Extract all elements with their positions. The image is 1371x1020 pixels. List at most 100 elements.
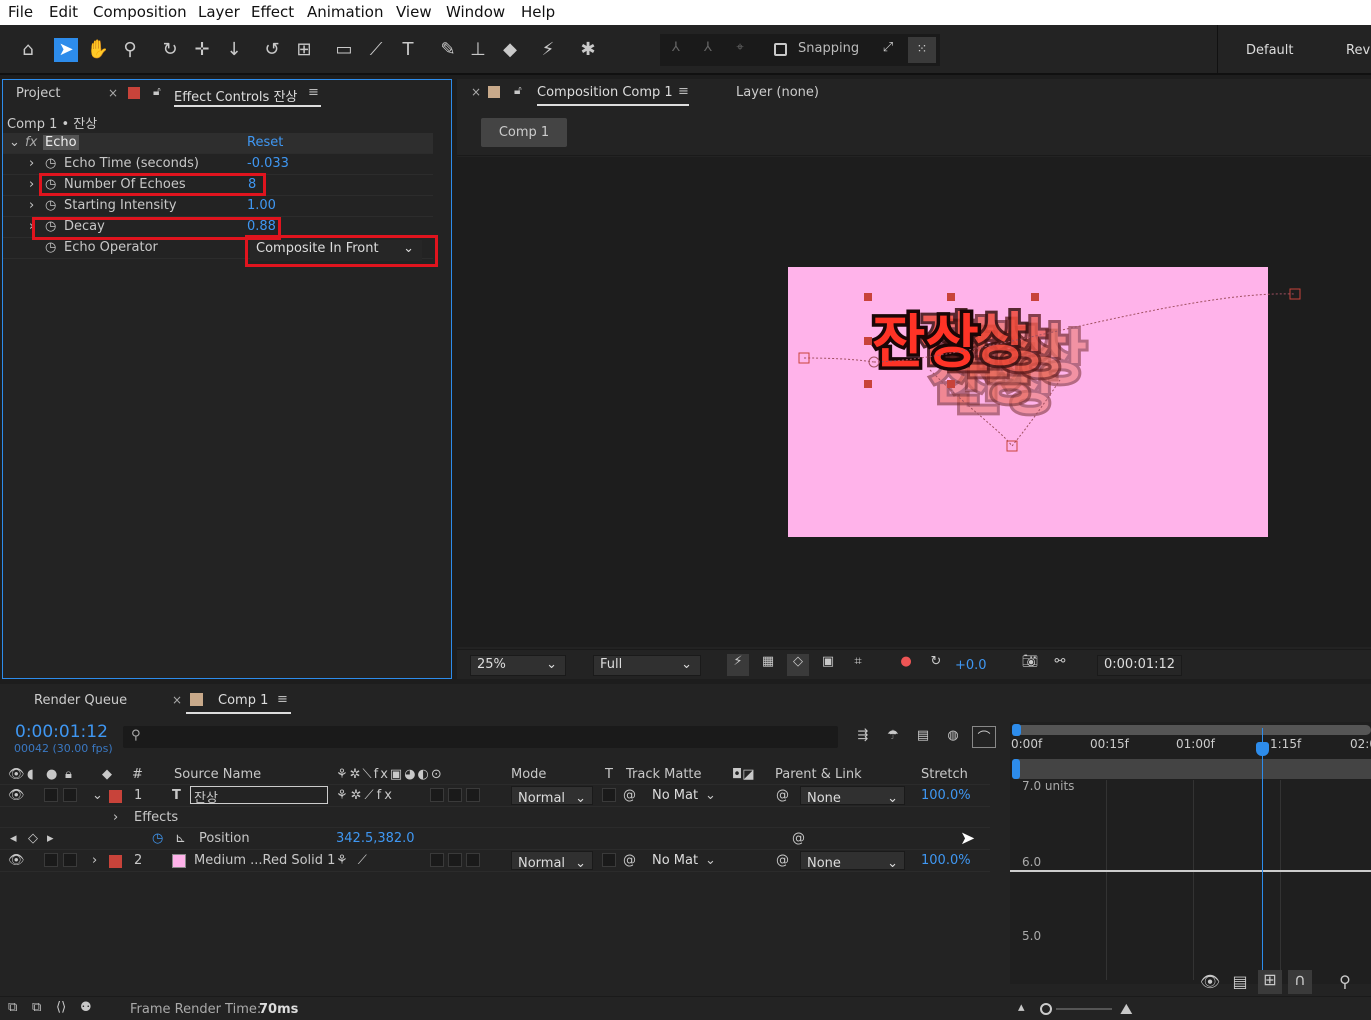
grid-guides-icon[interactable]: ⌗ <box>847 654 869 669</box>
label-color[interactable] <box>109 790 122 803</box>
region-of-interest-icon[interactable]: ▣ <box>817 654 839 669</box>
menu-file[interactable]: File <box>8 3 33 21</box>
menu-layer[interactable]: Layer <box>198 3 240 21</box>
menu-view[interactable]: View <box>396 3 432 21</box>
close-icon[interactable]: × <box>172 693 182 707</box>
stretch-value[interactable]: 100.0% <box>921 788 971 803</box>
close-icon[interactable]: × <box>471 85 481 99</box>
brush-tool-icon[interactable]: ✎ <box>436 38 460 62</box>
switch-box[interactable] <box>466 853 480 867</box>
transfer-controls-toggle-icon[interactable]: ⧉ <box>32 1000 41 1015</box>
stretch-value[interactable]: 100.0% <box>921 853 971 868</box>
header-source-name[interactable]: Source Name <box>174 767 261 782</box>
work-area-bar[interactable] <box>1016 725 1371 735</box>
pickwhip-icon[interactable]: @ <box>623 788 636 803</box>
mode-dropdown[interactable]: Normal ⌄ <box>511 851 593 871</box>
bounding-box-handle[interactable] <box>864 337 872 345</box>
comp-breadcrumb-button[interactable]: Comp 1 <box>481 118 567 147</box>
layer-switches[interactable]: ⚘ ⟋ <box>336 853 370 868</box>
panel-menu-icon[interactable]: ≡ <box>308 85 319 100</box>
channel-icon[interactable]: ● <box>895 654 917 669</box>
preserve-transparency-box[interactable] <box>602 853 616 867</box>
layer-name-input[interactable]: 잔상 <box>190 786 328 806</box>
parent-pickwhip-icon[interactable]: @ <box>776 853 789 868</box>
zoom-out-icon[interactable]: ▴ <box>1018 1000 1025 1015</box>
anchor-point-icon[interactable]: ⊞ <box>292 38 316 62</box>
pickwhip-icon[interactable]: @ <box>623 853 636 868</box>
render-time-toggle-icon[interactable]: ⚉ <box>80 1000 92 1015</box>
graph-icon[interactable]: ⊾ <box>175 831 186 846</box>
tab-composition[interactable]: Composition Comp 1 <box>537 85 673 100</box>
fit-selection-icon[interactable]: ⚲ <box>1333 972 1357 991</box>
in-out-toggle-icon[interactable]: ⟨⟩ <box>56 1000 66 1015</box>
position-value[interactable]: 342.5,382.0 <box>336 831 415 846</box>
orbit-camera-icon[interactable]: ↻ <box>158 38 182 62</box>
layer-switches[interactable]: ⚘✲⟋fx <box>336 788 395 803</box>
prop-value[interactable]: -0.033 <box>247 156 289 171</box>
pen-tool-icon[interactable]: ⟋ <box>364 38 388 62</box>
chevron-right-icon[interactable]: › <box>113 810 118 825</box>
add-keyframe-icon[interactable]: ◇ <box>28 831 38 846</box>
tab-comp-timeline[interactable]: Comp 1 <box>218 693 268 708</box>
stopwatch-active-icon[interactable]: ◷ <box>152 831 163 846</box>
parent-pickwhip-icon[interactable]: @ <box>776 788 789 803</box>
bounding-box-handle[interactable] <box>864 380 872 388</box>
puppet-pin-icon[interactable]: ✱ <box>576 38 600 62</box>
close-icon[interactable]: × <box>108 86 118 100</box>
solo-box[interactable] <box>44 788 58 802</box>
bounding-box-handle[interactable] <box>947 293 955 301</box>
main-text[interactable]: 잔상 <box>869 305 983 380</box>
tab-project[interactable]: Project <box>16 86 60 101</box>
parent-dropdown[interactable]: None ⌄ <box>800 851 905 871</box>
bounding-box-handle[interactable] <box>947 380 955 388</box>
switch-box[interactable] <box>466 788 480 802</box>
chevron-down-icon[interactable]: ⌄ <box>92 788 103 803</box>
zoom-slider-track[interactable] <box>1056 1008 1112 1010</box>
next-keyframe-icon[interactable]: ▸ <box>47 831 54 846</box>
resolution-dropdown[interactable]: Full ⌄ <box>593 655 701 676</box>
selection-tool-icon[interactable]: ➤ <box>54 38 78 62</box>
chevron-right-icon[interactable]: › <box>29 156 34 171</box>
snap-grid-icon[interactable]: ⁙ <box>908 37 936 63</box>
draft-3d-icon[interactable]: ☂ <box>882 728 904 743</box>
zoom-slider-handle[interactable] <box>1040 1003 1052 1015</box>
axis-world-icon[interactable]: ⅄ <box>696 40 720 55</box>
track-matte-value[interactable]: No Mat <box>652 853 698 868</box>
zoom-in-icon[interactable]: ⛰︎ <box>1120 1000 1133 1018</box>
axis-view-icon[interactable]: ⌖ <box>728 40 752 55</box>
work-area-start-handle[interactable] <box>1012 724 1021 736</box>
tab-effect-controls[interactable]: Effect Controls 잔상 <box>174 86 297 105</box>
fast-preview-icon[interactable]: ⚡ <box>727 654 749 676</box>
effect-name[interactable]: Echo <box>43 135 79 150</box>
frame-blending-icon[interactable]: ▤ <box>912 728 934 743</box>
lock-box[interactable] <box>63 788 77 802</box>
layer-switches-toggle-icon[interactable]: ⧉ <box>8 1000 17 1015</box>
reset-exposure-icon[interactable]: ↻ <box>925 654 947 669</box>
stopwatch-icon[interactable]: ◷ <box>45 198 56 213</box>
switch-box[interactable] <box>430 853 444 867</box>
chevron-right-icon[interactable]: › <box>92 853 97 868</box>
clone-stamp-icon[interactable]: ⊥ <box>466 38 490 62</box>
mode-dropdown[interactable]: Normal ⌄ <box>511 786 593 806</box>
hand-tool-icon[interactable]: ✋ <box>86 38 110 62</box>
axis-local-icon[interactable]: ⅄ <box>664 40 688 55</box>
playhead-handle[interactable] <box>1256 742 1269 756</box>
layer-search-input[interactable]: ⚲ <box>123 726 838 748</box>
switch-box[interactable] <box>448 788 462 802</box>
transparency-grid-icon[interactable]: ▦ <box>757 654 779 669</box>
chevron-right-icon[interactable]: › <box>29 198 34 213</box>
parent-dropdown[interactable]: None ⌄ <box>800 786 905 806</box>
snapping-checkbox[interactable] <box>774 43 787 56</box>
menu-effect[interactable]: Effect <box>251 3 294 21</box>
snap-edges-icon[interactable]: ⤢ <box>876 40 900 55</box>
position-row[interactable]: ◂ ◇ ▸ ◷ ⊾ Position 342.5,382.0 @ <box>0 828 990 850</box>
effects-group-row[interactable]: › Effects <box>0 807 990 828</box>
eye-icon[interactable]: 👁︎ <box>1198 972 1222 991</box>
switch-box[interactable] <box>448 853 462 867</box>
layer-name[interactable]: Medium ...Red Solid 1 <box>194 853 335 868</box>
zoom-tool-icon[interactable]: ⚲ <box>118 38 142 62</box>
menu-help[interactable]: Help <box>521 3 555 21</box>
prev-keyframe-icon[interactable]: ◂ <box>10 831 17 846</box>
stopwatch-icon[interactable]: ◷ <box>45 240 56 255</box>
preserve-transparency-box[interactable] <box>602 788 616 802</box>
